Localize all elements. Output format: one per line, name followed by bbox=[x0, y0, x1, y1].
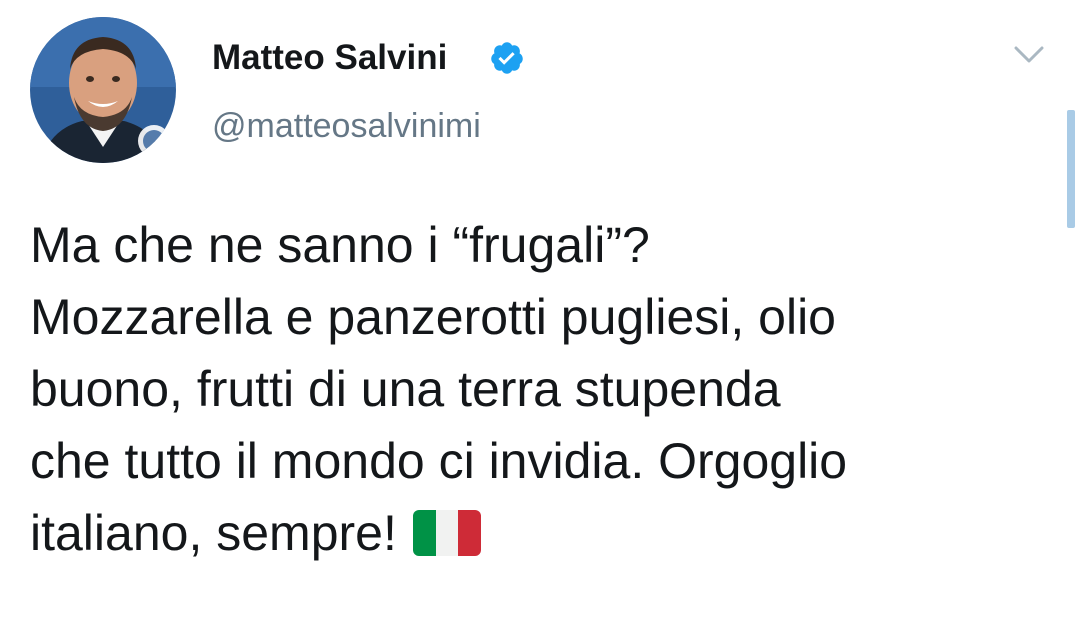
tweet-text: Ma che ne sanno i “frugali”? Mozzarella … bbox=[30, 209, 1050, 569]
tweet-text-line: buono, frutti di una terra stupenda bbox=[30, 361, 781, 417]
chevron-down-icon[interactable] bbox=[1013, 44, 1045, 66]
italy-flag-icon bbox=[412, 510, 481, 556]
scrollbar[interactable] bbox=[1067, 110, 1075, 228]
profile-photo-icon bbox=[30, 17, 176, 163]
verified-badge-icon bbox=[491, 42, 523, 74]
author-display-name[interactable]: Matteo Salvini bbox=[212, 38, 447, 78]
tweet-text-line: che tutto il mondo ci invidia. Orgoglio bbox=[30, 433, 848, 489]
tweet-text-line: Ma che ne sanno i “frugali”? bbox=[30, 217, 650, 273]
avatar[interactable] bbox=[30, 17, 176, 163]
tweet-text-last-line: italiano, sempre! bbox=[30, 497, 1050, 569]
tweet-text-line: italiano, sempre! bbox=[30, 505, 397, 561]
author-handle[interactable]: @matteosalvinimi bbox=[212, 106, 481, 146]
tweet-text-line: Mozzarella e panzerotti pugliesi, olio bbox=[30, 289, 836, 345]
